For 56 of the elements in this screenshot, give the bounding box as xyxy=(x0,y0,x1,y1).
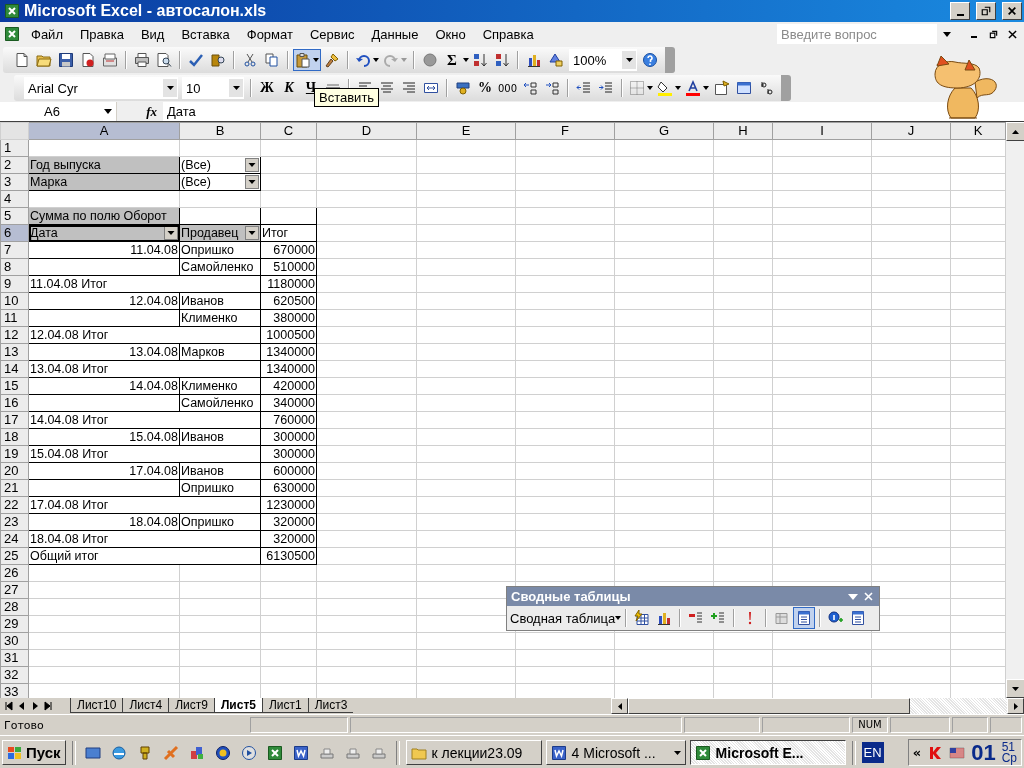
table-cell: 1340000 xyxy=(260,360,317,378)
table-cell: Общий итог xyxy=(28,547,261,565)
table-cell: Опришко xyxy=(179,241,261,259)
table-cell: 320000 xyxy=(260,530,317,548)
table-cell: Марков xyxy=(179,343,261,361)
table-cell: 14.04.08 Итог xyxy=(28,411,261,429)
table-cell: Иванов xyxy=(179,292,261,310)
table-cell: 420000 xyxy=(260,377,317,395)
table-cell: 380000 xyxy=(260,309,317,327)
table-cell: 15.04.08 xyxy=(28,428,180,446)
table-cell: 300000 xyxy=(260,428,317,446)
table-cell: 13.04.08 Итог xyxy=(28,360,261,378)
toolbar-title: Сводные таблицы xyxy=(511,589,631,604)
table-cell: 11.04.08 Итог xyxy=(28,275,261,293)
table-cell: 15.04.08 Итог xyxy=(28,445,261,463)
table-cell: 14.04.08 xyxy=(28,377,180,395)
table-cell: 18.04.08 Итог xyxy=(28,530,261,548)
table-cell: 300000 xyxy=(260,445,317,463)
table-cell: 1230000 xyxy=(260,496,317,514)
table-cell: 320000 xyxy=(260,513,317,531)
table-cell: Опришко xyxy=(179,513,261,531)
table-cell: Иванов xyxy=(179,428,261,446)
table-cell: Опришко xyxy=(179,479,261,497)
table-cell: 13.04.08 xyxy=(28,343,180,361)
table-cell: 17.04.08 xyxy=(28,462,180,480)
table-cell: Самойленко xyxy=(179,394,261,412)
table-cell: 6130500 xyxy=(260,547,317,565)
table-cell: 1340000 xyxy=(260,343,317,361)
table-cell: Самойленко xyxy=(179,258,261,276)
clock-day: Ср xyxy=(1001,752,1017,764)
table-cell: 12.04.08 xyxy=(28,292,180,310)
num-lock-indicator: NUM xyxy=(852,717,888,733)
table-cell: 11.04.08 xyxy=(28,241,180,259)
table-cell: 630000 xyxy=(260,479,317,497)
tooltip: Вставить xyxy=(314,88,380,107)
clock-hour: 01 xyxy=(971,739,996,766)
status-text: Готово xyxy=(4,718,44,732)
table-cell: 12.04.08 Итог xyxy=(28,326,261,344)
table-cell: (Все) xyxy=(179,173,261,191)
table-cell: 510000 xyxy=(260,258,317,276)
table-cell: Клименко xyxy=(179,377,261,395)
table-cell: 600000 xyxy=(260,462,317,480)
table-cell: 18.04.08 xyxy=(28,513,180,531)
table-cell: 670000 xyxy=(260,241,317,259)
table-cell: (Все) xyxy=(179,156,261,174)
table-cell: Клименко xyxy=(179,309,261,327)
window-title: Microsoft Excel - автосалон.xls xyxy=(24,2,267,20)
table-cell: 340000 xyxy=(260,394,317,412)
table-cell: 760000 xyxy=(260,411,317,429)
clock-minute: 51 xyxy=(1001,741,1015,753)
table-cell: Итог xyxy=(260,224,317,242)
table-cell: 1180000 xyxy=(260,275,317,293)
table-cell: Иванов xyxy=(179,462,261,480)
table-cell: 1000500 xyxy=(260,326,317,344)
table-cell: 17.04.08 Итог xyxy=(28,496,261,514)
table-cell: 620500 xyxy=(260,292,317,310)
